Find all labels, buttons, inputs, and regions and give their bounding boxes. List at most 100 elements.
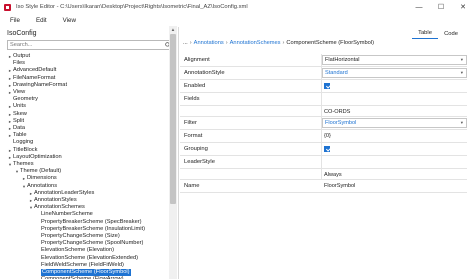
property-grid: Alignment FlatHorizontal ▾ AnnotationStyle S…	[180, 54, 467, 193]
tree-item-label: TitleBlock	[13, 146, 38, 153]
property-value-text: FlatHorizontal	[325, 57, 360, 63]
property-row: LeaderStyle	[180, 156, 467, 169]
tree-item[interactable]: LineNumberScheme	[35, 211, 93, 218]
tab-table[interactable]: Table	[412, 28, 438, 39]
tree-item[interactable]: ▸ Split	[7, 118, 24, 125]
dropdown-arrow-icon[interactable]: ▾	[461, 57, 463, 63]
property-value-text: Standard	[325, 70, 348, 76]
property-value[interactable]	[322, 81, 467, 91]
tree-item-label: AnnotationSchemes	[34, 204, 85, 211]
tree-item[interactable]: ▾ Themes	[7, 161, 34, 168]
property-value[interactable]: FloorSymbol	[322, 181, 467, 191]
checkbox-checked[interactable]	[324, 83, 330, 89]
property-value[interactable]: {0}	[322, 131, 467, 141]
tree-item[interactable]: Logging	[7, 139, 33, 146]
property-name: Format	[184, 133, 203, 139]
breadcrumb-annotationschemes[interactable]: AnnotationSchemes	[230, 40, 281, 46]
scroll-thumb[interactable]	[170, 34, 176, 204]
tree-item[interactable]: ▸ Dimensions	[21, 175, 57, 182]
property-row: Fields	[180, 93, 467, 106]
menu-edit[interactable]: Edit	[36, 17, 47, 24]
tree-item-label: Themes	[13, 161, 34, 167]
tree-item-label: Geometry	[13, 96, 38, 103]
tree-item-label: Units	[13, 103, 26, 110]
breadcrumb-separator: ›	[189, 40, 192, 46]
property-value-text: CO-ORDS	[324, 109, 351, 115]
tree-item[interactable]: ▾ Annotations	[21, 183, 57, 190]
property-value[interactable]: CO-ORDS	[322, 107, 467, 117]
tree-item[interactable]: ▾ Theme (Default)	[14, 168, 61, 175]
checkbox-checked[interactable]	[324, 146, 330, 152]
tree-item[interactable]: FieldWeldScheme (FieldFitWeld)	[35, 262, 124, 269]
tree-item[interactable]: ▸ AnnotationLeaderStyles	[28, 190, 95, 197]
tree-item[interactable]: ▸ TitleBlock	[7, 146, 38, 154]
search-input[interactable]	[8, 41, 158, 49]
tree-item[interactable]: ElevationScheme (ElevationExtended)	[35, 255, 138, 262]
tree-item-label: Annotations	[27, 182, 58, 189]
tree-item[interactable]: PropertyBreakerScheme (SpecBreaker)	[35, 219, 142, 226]
tree-item[interactable]: ▸ LayoutOptimization	[7, 154, 62, 161]
property-name: Filter	[184, 120, 197, 126]
tree-item[interactable]: ▸ Skew	[7, 111, 27, 118]
tree-item[interactable]: ▸ AnnotationStyles	[28, 197, 77, 204]
property-value-text: {0}	[324, 133, 331, 139]
tree-item[interactable]: ▸ Units	[7, 103, 26, 110]
menu-view[interactable]: View	[63, 17, 76, 24]
breadcrumb-annotations[interactable]: Annotations	[194, 40, 224, 46]
tree-item-label: ElevationScheme (Elevation)	[41, 247, 115, 254]
property-row: Enabled	[180, 80, 467, 93]
grid-divider	[321, 54, 322, 180]
property-value[interactable]: FloorSymbol ▾	[322, 118, 467, 128]
dropdown-arrow-icon[interactable]: ▾	[461, 70, 463, 76]
property-value[interactable]	[322, 144, 467, 154]
tree-item-label: ComponentScheme (FloorSymbol)	[41, 269, 131, 277]
tree-item[interactable]: ▸ DrawingNameFormat	[7, 82, 67, 89]
tree-item-label: Output	[13, 53, 31, 59]
property-row: AnnotationStyle Standard ▾	[180, 67, 467, 80]
title-bar: Iso Style Editor - C:\Users\Ikaran\Deskt…	[0, 0, 474, 14]
breadcrumb-separator: ›	[282, 40, 285, 46]
tree-item[interactable]: Files	[7, 60, 25, 67]
search-box	[7, 40, 175, 50]
tree-item[interactable]: ▸ View	[7, 89, 25, 96]
property-value[interactable]: FlatHorizontal ▾	[322, 55, 467, 65]
tab-code[interactable]: Code	[438, 28, 464, 39]
tree-item[interactable]: Geometry	[7, 96, 38, 103]
minimize-button[interactable]: —	[408, 0, 430, 14]
breadcrumb-ellipsis[interactable]: ...	[183, 40, 188, 46]
property-value[interactable]: Always	[322, 170, 467, 180]
tree-item-label: AdvancedDefault	[13, 67, 57, 74]
dropdown-arrow-icon[interactable]: ▾	[461, 120, 463, 126]
tree-scrollbar[interactable]: ▲	[169, 26, 177, 279]
menu-file[interactable]: File	[10, 17, 20, 24]
tree-item[interactable]: ▸ AdvancedDefault	[7, 67, 56, 74]
window-controls: — ☐ ✕	[408, 0, 474, 14]
scroll-up-icon[interactable]: ▲	[169, 26, 177, 33]
property-name: Fields	[184, 96, 200, 102]
property-value[interactable]: Standard ▾	[322, 68, 467, 78]
tree-item-label: Dimensions	[27, 175, 57, 182]
tree-item-label: PropertyBreakerScheme (InsulationLimit)	[41, 225, 145, 232]
tree-item[interactable]: ElevationScheme (Elevation)	[35, 247, 114, 254]
window-title: Iso Style Editor - C:\Users\Ikaran\Deskt…	[16, 4, 248, 10]
menu-bar: File Edit View	[0, 14, 474, 26]
tree-item-label: LineNumberScheme	[41, 211, 93, 218]
tree-item[interactable]: PropertyBreakerScheme (InsulationLimit)	[35, 226, 145, 233]
tree-item[interactable]: ▸ Table	[7, 132, 27, 139]
tree-item[interactable]: ▾ AnnotationSchemes	[28, 204, 85, 211]
close-button[interactable]: ✕	[452, 0, 474, 14]
pane-splitter[interactable]	[178, 27, 179, 279]
tree-item[interactable]: ▸ FileNameFormat	[7, 74, 56, 82]
tree-item[interactable]: PropertyChangeScheme (Size)	[35, 233, 120, 240]
breadcrumb-current: ComponentScheme (FloorSymbol)	[286, 40, 374, 46]
maximize-button[interactable]: ☐	[430, 0, 452, 14]
tree-item[interactable]: ▸ Output	[7, 53, 30, 60]
tree-item-label: PropertyChangeScheme (Size)	[41, 233, 120, 239]
config-tree-pane: IsoConfig ▸OutputFiles▸AdvancedDefault▸F…	[0, 27, 178, 279]
tree-item-label: FileNameFormat	[13, 74, 56, 81]
tree-item[interactable]: PropertyChangeScheme (SpoolNumber)	[35, 240, 143, 247]
tree-item[interactable]: ▸ Data	[7, 125, 25, 132]
property-name: Grouping	[184, 146, 208, 152]
tree-item-label: Table	[13, 132, 27, 139]
tree-item[interactable]: ComponentScheme (FloorSymbol)	[35, 269, 131, 277]
